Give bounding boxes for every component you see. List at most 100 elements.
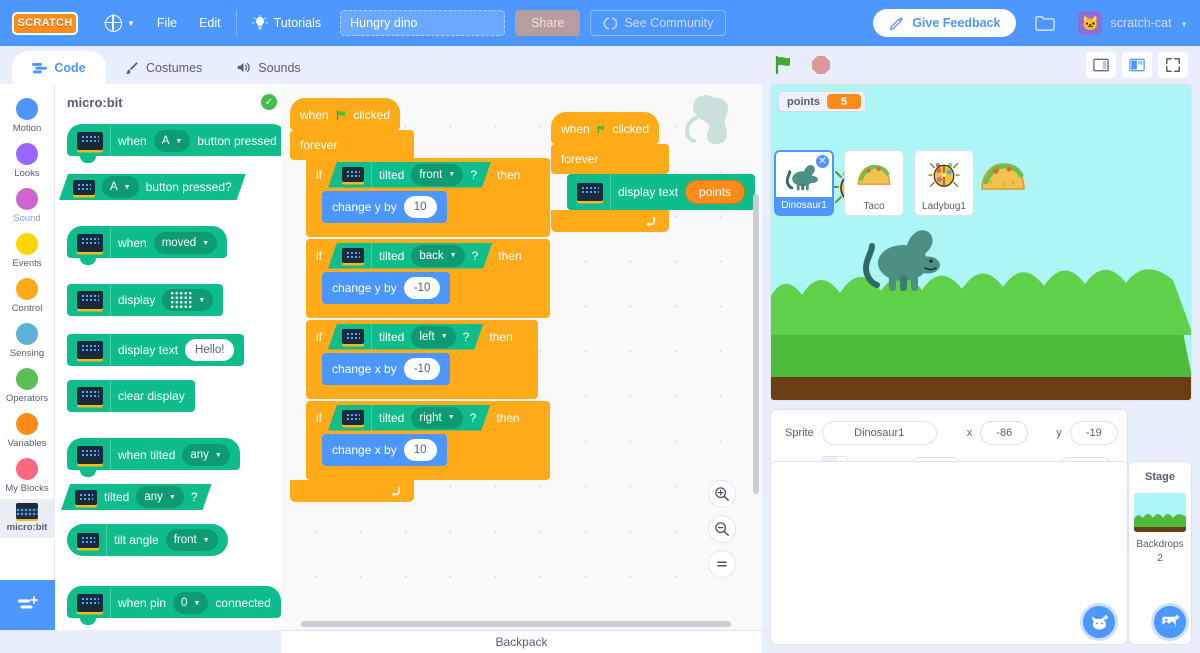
give-feedback-button[interactable]: Give Feedback [873,9,1017,37]
palette-block-when-pin-connected[interactable]: when pin 0 ▼ connected [67,586,281,625]
palette-block-display-matrix[interactable]: display ▼ [67,284,224,316]
x-position-input[interactable] [980,421,1029,445]
show-visible-button[interactable] [821,457,837,481]
number-input-field[interactable]: -10 [403,358,441,380]
palette-block-when-tilted[interactable]: when tilted any ▼ [67,438,240,477]
category-operators[interactable]: Operators [0,364,55,409]
dropdown-button[interactable]: left ▼ [411,326,455,348]
category-my-blocks[interactable]: My Blocks [0,454,55,499]
dropdown-button[interactable]: 0 ▼ [173,592,209,614]
stage-thumbnail[interactable] [1134,493,1186,532]
palette-block-tilt-angle[interactable]: tilt angle front ▼ [67,524,228,556]
dropdown-button[interactable]: any ▼ [136,486,183,508]
block-if-tilted-front[interactable]: if tilted front ▼ ? then change y by 10 [306,158,550,237]
zoom-reset-button[interactable] [708,550,736,578]
category-control[interactable]: Control [0,274,55,319]
number-input-field[interactable]: 10 [403,196,437,218]
palette-block-when-moved[interactable]: when moved ▼ [67,226,228,265]
backpack-bar[interactable]: Backpack [281,630,762,653]
code-workspace[interactable]: when clicked forever if tilted front ▼ ?… [281,84,762,630]
block-tilted-predicate[interactable]: tilted left ▼ ? [328,324,483,350]
see-community-button[interactable]: See Community [590,10,727,36]
block-when-flag-clicked[interactable]: when clicked [551,112,659,151]
number-input-field[interactable]: -10 [403,277,441,299]
stop-button[interactable] [812,56,830,74]
category-sound[interactable]: Sound [0,184,55,229]
dropdown-button[interactable]: front ▼ [165,529,218,551]
block-when-flag-clicked[interactable]: when clicked [290,98,400,137]
fullscreen-button[interactable] [1158,52,1188,78]
block-forever[interactable]: forever [290,130,414,160]
block-tilted-predicate[interactable]: tilted front ▼ ? [328,162,491,188]
tab-costumes[interactable]: Costumes [108,51,219,84]
tab-code[interactable]: Code [12,51,106,84]
add-sprite-button[interactable] [1080,603,1118,641]
category-variables[interactable]: Variables [0,409,55,454]
dropdown-button[interactable]: A ▼ [153,130,191,152]
small-stage-button[interactable] [1086,52,1116,78]
folder-icon[interactable] [1034,14,1056,32]
dropdown-button[interactable]: front ▼ [411,164,463,186]
script-tilt-controls[interactable]: when clicked forever if tilted front ▼ ?… [290,98,550,502]
stage[interactable]: points 5 [770,84,1192,401]
workspace-vertical-scrollbar[interactable] [753,194,759,494]
block-change-x-by[interactable]: change x by 10 [322,434,447,466]
category-looks[interactable]: Looks [0,139,55,184]
sprite-tile-ladybug1[interactable]: Ladybug1 [914,150,974,216]
category-motion[interactable]: Motion [0,94,55,139]
palette-block-tilted-predicate[interactable]: tilted any ▼ ? [61,484,212,510]
y-position-input[interactable] [1069,421,1118,445]
category-microbit[interactable]: micro:bit [0,499,55,538]
dropdown-button[interactable]: back ▼ [411,245,464,267]
zoom-out-button[interactable] [708,515,736,543]
delete-sprite-button[interactable]: ✕ [815,154,830,169]
palette-block-display-text[interactable]: display text Hello! [67,334,245,366]
large-stage-button[interactable] [1122,52,1152,78]
workspace-horizontal-scrollbar[interactable] [301,621,731,627]
sprite-dinosaur-on-stage[interactable] [859,213,954,295]
palette-block-button-pressed-predicate[interactable]: A ▼ button pressed? [59,174,246,200]
matrix-dropdown-button[interactable]: ▼ [162,289,214,311]
microbit-connected-icon[interactable]: ✓ [261,94,277,110]
zoom-in-button[interactable] [708,480,736,508]
block-forever[interactable]: forever [551,144,669,174]
show-toggle[interactable] [820,456,849,482]
share-button[interactable]: Share [515,10,581,36]
variable-reporter-points[interactable]: points [685,180,746,204]
tab-sounds[interactable]: Sounds [220,51,317,84]
block-tilted-predicate[interactable]: tilted back ▼ ? [328,243,492,269]
script-display-points[interactable]: when clicked forever display text points [551,112,756,232]
add-backdrop-button[interactable] [1151,603,1189,641]
block-if-tilted-left[interactable]: if tilted left ▼ ? then change x by -10 [306,320,538,399]
sprite-tile-taco[interactable]: Taco [844,150,904,216]
category-events[interactable]: Events [0,229,55,274]
sprite-tile-dinosaur1[interactable]: ✕ Dinosaur1 [774,150,834,216]
project-name-input[interactable] [340,10,506,36]
block-display-text[interactable]: display text points [567,174,756,210]
dropdown-button[interactable]: right ▼ [411,407,462,429]
block-change-y-by[interactable]: change y by 10 [322,191,447,223]
block-tilted-predicate[interactable]: tilted right ▼ ? [328,405,490,431]
scratch-logo[interactable]: SCRATCH [12,11,78,35]
category-sensing[interactable]: Sensing [0,319,55,364]
menu-file[interactable]: File [146,0,188,46]
green-flag-button[interactable] [774,55,794,75]
menu-edit[interactable]: Edit [188,0,232,46]
number-input-field[interactable]: 10 [403,439,437,461]
size-input[interactable] [907,457,964,481]
dropdown-button[interactable]: any ▼ [182,444,230,466]
username-menu[interactable]: scratch-cat ▼ [1110,16,1188,30]
menu-tutorials[interactable]: Tutorials [241,0,332,46]
text-input-field[interactable]: Hello! [185,339,235,361]
avatar[interactable]: 🐱 [1078,11,1103,35]
palette-block-when-button-pressed[interactable]: when A ▼ button pressed [67,124,287,163]
palette-block-clear-display[interactable]: clear display [67,380,195,412]
language-selector[interactable]: ▼ [94,0,146,46]
sprite-name-input[interactable] [821,421,937,445]
block-if-tilted-back[interactable]: if tilted back ▼ ? then change y by -10 [306,239,550,318]
block-change-x-by[interactable]: change x by -10 [322,353,451,385]
dropdown-button[interactable]: A ▼ [102,176,139,198]
block-if-tilted-right[interactable]: if tilted right ▼ ? then change x by 10 [306,401,550,480]
variable-monitor-points[interactable]: points 5 [778,91,866,112]
dropdown-button[interactable]: moved ▼ [153,232,218,254]
